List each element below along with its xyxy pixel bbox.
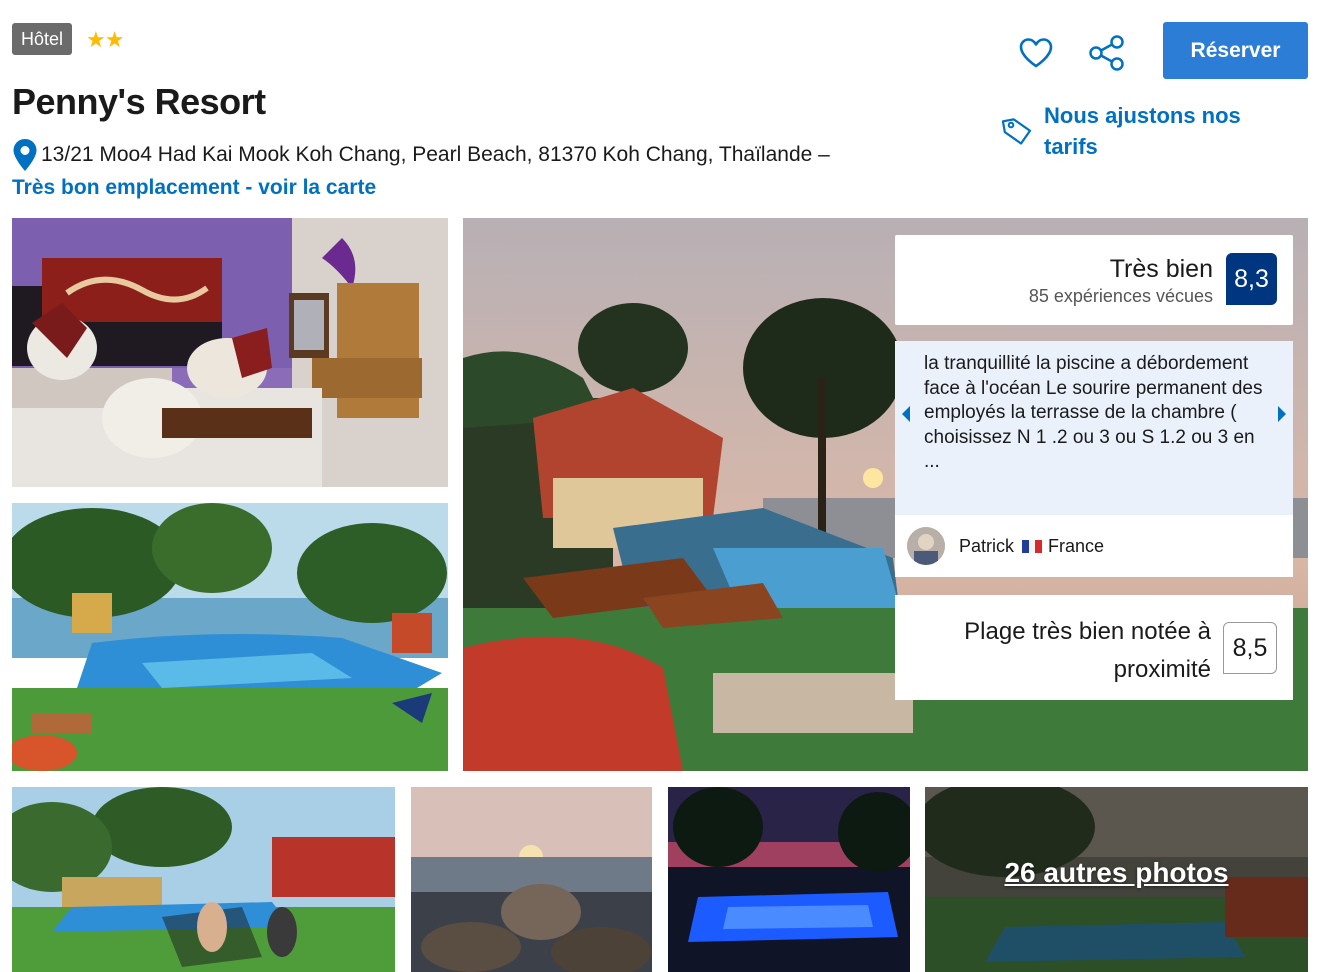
review-score-card[interactable]: Très bien 85 expériences vécues 8,3	[895, 235, 1293, 325]
more-photos-label: 26 autres photos	[1004, 857, 1229, 888]
price-match-text: Nous ajustons nos tarifs	[1044, 103, 1241, 159]
chevron-left-icon	[902, 406, 910, 422]
photo-beach-rocks-sunset[interactable]	[411, 787, 652, 972]
beach-score-label: Plage très bien notée à proximité	[964, 618, 1211, 683]
photo-pool-night[interactable]	[668, 787, 910, 972]
price-match-link[interactable]: Nous ajustons nos tarifs	[1000, 100, 1300, 162]
share-button[interactable]	[1083, 32, 1131, 74]
property-type-badge: Hôtel	[12, 23, 73, 55]
review-quote-area: la tranquillité la piscine a débordement…	[895, 341, 1293, 515]
france-flag-icon	[1022, 539, 1043, 553]
reserve-button[interactable]: Réserver	[1163, 22, 1308, 79]
review-next-button[interactable]	[1271, 399, 1293, 429]
more-photos-tile[interactable]: 26 autres photos	[925, 787, 1308, 972]
hotel-address: 13/21 Moo4 Had Kai Mook Koh Chang, Pearl…	[41, 143, 830, 166]
review-author-country: France	[1048, 535, 1105, 556]
hotel-name: Penny's Resort	[12, 81, 266, 122]
chevron-right-icon	[1278, 406, 1286, 422]
photo-lawn-guests[interactable]	[12, 787, 395, 972]
address-row: 13/21 Moo4 Had Kai Mook Koh Chang, Pearl…	[12, 138, 830, 172]
review-quote-text: la tranquillité la piscine a débordement…	[924, 353, 1263, 473]
beach-score-card[interactable]: Plage très bien notée à proximité 8,5	[895, 595, 1293, 700]
heart-icon	[1019, 38, 1053, 68]
map-link[interactable]: Très bon emplacement - voir la carte	[12, 176, 376, 200]
review-count: 85 expériences vécues	[1028, 286, 1213, 306]
share-icon	[1089, 35, 1124, 71]
review-author-name: Patrick	[959, 535, 1015, 556]
price-tag-icon	[1001, 118, 1032, 145]
review-author: Patrick France	[907, 527, 1104, 565]
featured-review-card: la tranquillité la piscine a débordement…	[895, 341, 1293, 577]
map-pin-icon	[13, 139, 37, 171]
photo-pool[interactable]	[12, 503, 448, 771]
avatar	[907, 527, 945, 565]
photo-bedroom[interactable]	[12, 218, 448, 487]
favorite-button[interactable]	[1014, 32, 1058, 74]
review-prev-button[interactable]	[895, 399, 917, 429]
review-score-badge: 8,3	[1226, 253, 1277, 305]
star-rating: ★★	[86, 27, 124, 52]
beach-score-badge: 8,5	[1223, 622, 1277, 674]
review-score-label: Très bien	[1109, 255, 1213, 283]
